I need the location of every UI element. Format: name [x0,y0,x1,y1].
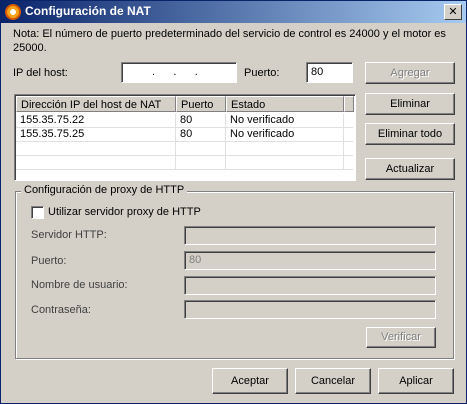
refresh-button[interactable]: Actualizar [365,158,455,180]
cancel-button[interactable]: Cancelar [295,368,371,394]
http-server-field[interactable] [184,226,436,245]
proxy-port-field[interactable]: 80 [184,251,436,270]
use-proxy-label: Utilizar servidor proxy de HTTP [48,206,201,218]
cell-status: No verificado [226,114,344,127]
port-note: Nota: El número de puerto predeterminado… [13,28,446,54]
table-row-empty [16,156,353,170]
username-label: Nombre de usuario: [31,279,128,291]
host-ip-field[interactable]: . . . [121,62,237,83]
empty-cell [226,142,344,155]
remove-button[interactable]: Eliminar [365,93,455,115]
cell-port: 80 [176,114,226,127]
cell-ip: 155.35.75.22 [16,114,176,127]
column-header-port[interactable]: Puerto [176,96,226,112]
host-port-label: Puerto: [244,67,280,79]
empty-cell [16,142,176,155]
host-port-value: 80 [311,66,324,78]
remove-all-button[interactable]: Eliminar todo [365,123,455,145]
apply-button[interactable]: Aplicar [378,368,454,394]
host-ip-label: IP del host: [13,67,68,79]
verify-button[interactable]: Verificar [366,327,436,348]
column-header-ip[interactable]: Dirección IP del host de NAT [16,96,176,112]
empty-cell [16,156,176,169]
close-button[interactable]: ✕ [444,4,462,20]
column-header-filler [344,96,354,112]
proxy-group-title: Configuración de proxy de HTTP [21,184,188,196]
title-bar: Configuración de NAT ✕ [1,1,466,23]
app-icon [5,4,21,20]
add-button[interactable]: Agregar [365,62,455,84]
table-row[interactable]: 155.35.75.25 80 No verificado [16,128,353,142]
window-title: Configuración de NAT [25,4,151,18]
cell-port: 80 [176,128,226,141]
password-field[interactable] [184,300,436,319]
table-row-empty [16,142,353,156]
password-label: Contraseña: [31,304,91,316]
proxy-port-value: 80 [189,254,202,266]
cell-ip: 155.35.75.25 [16,128,176,141]
host-ip-value: . . . [152,66,198,78]
http-server-label: Servidor HTTP: [31,229,107,241]
empty-cell [176,142,226,155]
column-header-status[interactable]: Estado [226,96,344,112]
nat-host-table: Dirección IP del host de NAT Puerto Esta… [14,94,356,181]
nat-config-dialog: Configuración de NAT ✕ Nota: El número d… [0,0,467,404]
username-field[interactable] [184,276,436,295]
table-row[interactable]: 155.35.75.22 80 No verificado [16,114,353,128]
empty-cell [226,156,344,169]
proxy-port-label: Puerto: [31,255,67,267]
use-proxy-checkbox[interactable] [31,206,44,219]
host-port-field[interactable]: 80 [306,62,353,83]
accept-button[interactable]: Aceptar [212,368,288,394]
empty-cell [176,156,226,169]
cell-status: No verificado [226,128,344,141]
